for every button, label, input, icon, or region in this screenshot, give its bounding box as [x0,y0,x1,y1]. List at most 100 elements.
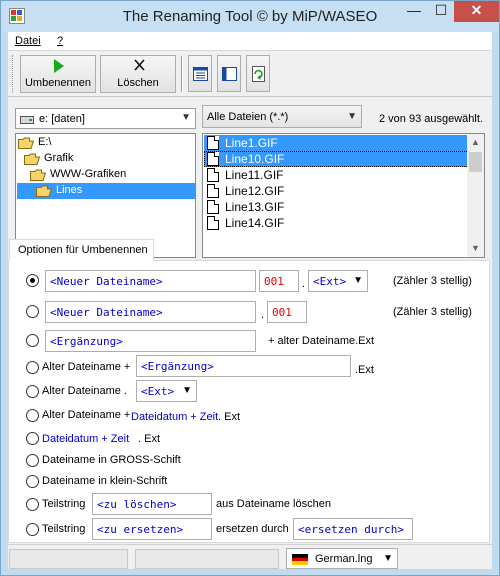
chevron-down-icon: ▼ [182,385,192,396]
file-name: Line13.GIF [225,200,285,214]
open-folder-icon [18,137,34,149]
supplement-field[interactable]: <Ergänzung> [45,330,256,352]
new-name-field[interactable]: <Neuer Dateiname> [45,270,256,292]
cross-icon [134,59,145,71]
german-flag-icon [292,554,308,565]
delete-substring-field[interactable]: <zu löschen> [92,493,212,515]
option-old-name-ext-radio[interactable] [26,385,39,398]
option-delete-substring-radio[interactable] [26,498,39,511]
open-folder-icon [36,185,52,197]
dot-separator: . [302,278,306,290]
scroll-thumb[interactable] [469,152,482,172]
toolbar-grip[interactable] [12,55,15,93]
drive-icon [20,116,34,124]
document-icon [207,216,219,230]
rename-button-label: Umbenennen [24,77,92,89]
option-lowercase-label: Dateiname in klein-Schrift [42,475,168,487]
title-bar[interactable]: The Renaming Tool © by MiP/WASEO — ☐ ✕ [1,1,499,32]
refresh-button[interactable] [246,55,270,92]
file-name: Line11.GIF [225,168,284,182]
option-uppercase-radio[interactable] [26,454,39,467]
date-time-label: Dateidatum + Zeit [131,411,219,423]
option-uppercase-label: Dateiname in GROSS-Schift [42,454,181,466]
details-view-button[interactable] [217,55,241,92]
file-item[interactable]: Line13.GIF [204,199,469,215]
tab-options-label: Optionen für Umbenennen [18,244,148,256]
folder-item-drive[interactable]: E:\ [16,135,195,151]
file-name: Line10.GIF [225,152,285,166]
folder-label: Lines [56,184,83,196]
ext-select[interactable]: <Ext> ▼ [136,380,197,402]
chevron-down-icon: ▼ [383,553,393,564]
chevron-down-icon: ▼ [353,275,363,286]
replacement-field[interactable]: <ersetzen durch> [293,518,413,540]
maximize-button[interactable]: ☐ [428,1,454,22]
close-button[interactable]: ✕ [454,1,499,22]
file-name: Line14.GIF [225,216,285,230]
folder-item-grafik[interactable]: Grafik [16,151,195,167]
options-panel: <Neuer Dateiname> 001 . <Ext> ▼ (Zähler … [8,260,490,543]
option-prefix-label: Alter Dateiname + [42,409,131,421]
drive-select[interactable]: e: [daten] ▼ [15,108,196,129]
language-select[interactable]: German.lng ▼ [286,548,398,569]
replace-substring-field[interactable]: <zu ersetzen> [92,518,212,540]
folder-item-www-grafiken[interactable]: WWW-Grafiken [16,167,195,183]
open-folder-icon [24,153,40,165]
option-date-radio[interactable] [26,432,39,445]
document-icon [207,184,219,198]
file-item[interactable]: Line10.GIF [204,151,469,167]
delete-button[interactable]: Löschen [100,55,176,93]
refresh-icon [252,66,265,82]
counter-field[interactable]: 001 [259,270,299,292]
menu-bar: Datei ? [8,32,492,50]
toolbar-separator [181,56,183,92]
scroll-up-icon[interactable]: ▲ [467,134,484,151]
filter-select-value: Alle Dateien (*.*) [207,111,289,123]
client-area: Datei ? Umbenennen Löschen e: [daten] ▼ … [8,32,492,569]
folder-label: Grafik [44,152,74,164]
file-list-scrollbar[interactable]: ▲ ▼ [467,134,484,257]
file-item[interactable]: Line14.GIF [204,215,469,231]
option-new-name-counter-ext-radio[interactable] [26,274,39,287]
option-lowercase-radio[interactable] [26,475,39,488]
minimize-button[interactable]: — [401,1,427,22]
date-time-label: Dateidatum + Zeit [42,433,130,445]
option-suffix-label: + alter Dateiname.Ext [268,335,375,347]
file-item[interactable]: Line12.GIF [204,183,469,199]
menu-datei[interactable]: Datei [15,35,41,47]
ext-select[interactable]: <Ext> ▼ [308,270,368,292]
counter-field[interactable]: 001 [267,301,307,323]
scroll-down-icon[interactable]: ▼ [467,240,484,257]
option-suffix-label: .Ext [355,364,374,376]
supplement-field[interactable]: <Ergänzung> [136,355,351,377]
rename-button[interactable]: Umbenennen [20,55,96,93]
file-item[interactable]: Line11.GIF [204,167,469,183]
document-icon [207,136,219,150]
panel-icon [222,67,237,81]
app-window: The Renaming Tool © by MiP/WASEO — ☐ ✕ D… [0,0,500,576]
file-item[interactable]: Line1.GIF [204,135,469,151]
language-select-value: German.lng [315,553,373,565]
option-suffix-label: . Ext [138,433,161,445]
status-pane-middle [135,549,279,569]
option-suffix-label: . Ext [218,411,241,423]
option-middle-label: ersetzen durch [216,523,289,535]
option-prefix-label: Alter Dateiname + [42,361,131,373]
status-pane-left [9,549,128,569]
option-old-name-date-radio[interactable] [26,409,39,422]
file-list: Line1.GIF Line10.GIF Line11.GIF Line12.G… [202,133,485,258]
option-old-name-supplement-radio[interactable] [26,361,39,374]
new-name-field[interactable]: <Neuer Dateiname> [45,301,256,323]
list-view-button[interactable] [188,55,212,92]
open-folder-icon [30,169,46,181]
folder-item-lines[interactable]: Lines [17,183,195,199]
tab-options[interactable]: Optionen für Umbenennen [9,239,154,261]
selection-status: 2 von 93 ausgewählt. [379,113,483,125]
option-new-name-dot-counter-radio[interactable] [26,305,39,318]
option-replace-substring-radio[interactable] [26,523,39,536]
option-supplement-old-name-radio[interactable] [26,334,39,347]
status-bar: German.lng ▼ [8,544,492,569]
filter-select[interactable]: Alle Dateien (*.*) ▼ [202,105,362,128]
menu-help[interactable]: ? [57,35,63,47]
folder-label: WWW-Grafiken [50,168,127,180]
